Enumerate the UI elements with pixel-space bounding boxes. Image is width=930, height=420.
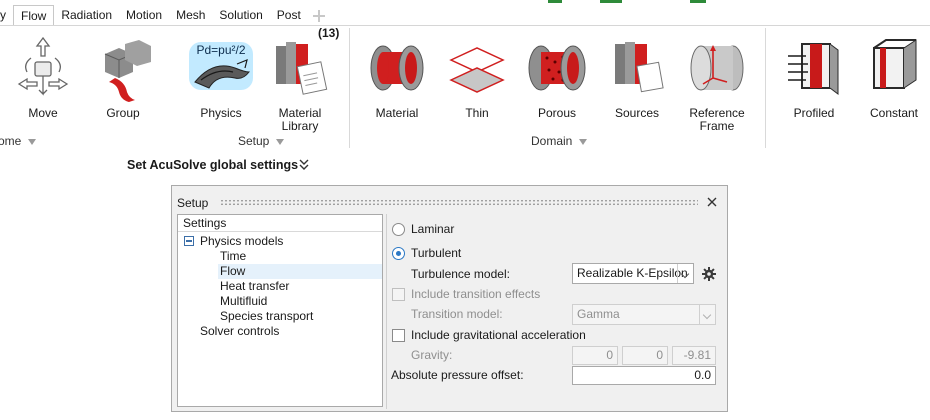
ribbon-group-home[interactable]: ome — [0, 134, 37, 148]
tree-item-multifluid[interactable]: Multifluid — [220, 294, 267, 309]
chevron-down-icon[interactable] — [677, 264, 693, 283]
reference-frame-tool-button[interactable]: Reference Frame — [679, 30, 755, 133]
chevron-down-icon — [28, 138, 37, 145]
profiled-tool-button[interactable]: Profiled — [776, 30, 852, 130]
sources-label: Sources — [614, 106, 660, 120]
material-library-icon — [276, 42, 328, 95]
menu-bar-divider — [0, 25, 930, 26]
gravity-label: Gravity: — [411, 348, 453, 362]
menu-item-solution[interactable]: Solution — [212, 5, 269, 26]
menu-item-mesh[interactable]: Mesh — [169, 5, 212, 26]
ribbon-separator — [349, 28, 350, 148]
pressure-offset-label: Absolute pressure offset: — [391, 368, 524, 382]
porous-tool-button[interactable]: Porous — [519, 30, 595, 130]
setup-panel-title: Setup — [177, 196, 209, 210]
gravitational-label: Include gravitational acceleration — [411, 328, 586, 342]
tree-item-physics-models[interactable]: Physics models — [200, 234, 283, 249]
add-tab-icon[interactable] — [312, 9, 326, 23]
ribbon-group-home-label: ome — [0, 134, 22, 148]
ribbon-separator — [765, 28, 766, 148]
physics-icon: Pd=pu²/2 — [189, 42, 253, 90]
gravity-y-field[interactable]: 0 — [622, 346, 668, 365]
close-icon[interactable] — [705, 195, 719, 209]
laminar-radio[interactable] — [392, 223, 405, 236]
drag-handle[interactable] — [220, 199, 698, 206]
tree-item-solver-controls[interactable]: Solver controls — [200, 324, 279, 339]
profiled-label: Profiled — [793, 106, 835, 120]
physics-tool-button[interactable]: Pd=pu²/2 Physics — [183, 30, 259, 130]
menu-item-post[interactable]: Post — [270, 5, 308, 26]
transition-effects-checkbox[interactable] — [392, 288, 405, 301]
turbulence-model-value: Realizable K-Epsilon — [577, 266, 688, 280]
menu-bar: y Flow Radiation Motion Mesh Solution Po… — [0, 5, 930, 26]
move-tool-button[interactable]: Move — [5, 30, 81, 130]
material-library-label: Material Library — [278, 106, 322, 133]
menu-item-motion[interactable]: Motion — [119, 5, 169, 26]
panel-splitter[interactable] — [386, 214, 387, 409]
double-chevron-down-icon[interactable] — [298, 158, 310, 172]
menu-item-radiation[interactable]: Radiation — [54, 5, 119, 26]
turbulence-model-select[interactable]: Realizable K-Epsilon — [572, 263, 694, 284]
collapse-icon[interactable] — [184, 236, 194, 246]
setup-panel: Setup Settings Physics models Time Flow … — [171, 185, 728, 412]
pressure-offset-field[interactable]: 0.0 — [572, 366, 716, 385]
material-library-tool-button[interactable]: (13) Material Library — [262, 26, 339, 133]
porous-label: Porous — [537, 106, 577, 120]
tree-item-heat-transfer[interactable]: Heat transfer — [220, 279, 289, 294]
menu-item-flow[interactable]: Flow — [13, 5, 55, 26]
sources-icon — [615, 42, 664, 93]
gear-icon[interactable] — [702, 267, 716, 281]
chevron-down-icon — [579, 138, 588, 145]
thin-icon — [449, 47, 505, 93]
transition-model-label: Transition model: — [411, 307, 503, 321]
group-icon — [104, 40, 151, 102]
move-icon — [17, 36, 69, 96]
physics-label: Physics — [200, 106, 242, 120]
turbulent-label: Turbulent — [411, 246, 462, 260]
thin-tool-button[interactable]: Thin — [439, 30, 515, 130]
global-settings-title: Set AcuSolve global settings — [127, 158, 299, 172]
reference-frame-label: Reference Frame — [689, 106, 745, 133]
chevron-down-icon — [276, 138, 285, 145]
chevron-down-icon[interactable] — [699, 305, 715, 324]
profiled-icon — [788, 43, 839, 95]
ribbon-group-setup-label: Setup — [238, 134, 270, 148]
transition-effects-label: Include transition effects — [411, 287, 541, 301]
ribbon-group-setup[interactable]: Setup — [238, 134, 285, 148]
constant-tool-button[interactable]: Constant — [856, 30, 930, 130]
reference-frame-icon — [690, 45, 744, 91]
thin-label: Thin — [465, 106, 489, 120]
porous-icon — [528, 45, 586, 91]
gravity-x-field[interactable]: 0 — [572, 346, 618, 365]
ribbon-group-domain[interactable]: Domain — [531, 134, 588, 148]
group-tool-button[interactable]: Group — [85, 30, 161, 130]
move-label: Move — [28, 106, 58, 120]
settings-tree-header: Settings — [178, 215, 382, 232]
material-icon — [370, 45, 424, 91]
menu-item-truncated[interactable]: y — [0, 5, 13, 26]
gravity-z-field[interactable]: -9.81 — [672, 346, 716, 365]
constant-icon — [873, 39, 917, 89]
ribbon-group-domain-label: Domain — [531, 134, 573, 148]
tree-item-flow[interactable]: Flow — [218, 264, 382, 279]
turbulent-radio[interactable] — [392, 247, 405, 260]
settings-tree: Settings Physics models Time Flow Heat t… — [177, 214, 383, 407]
transition-model-select[interactable]: Gamma — [572, 304, 716, 325]
material-library-badge: (13) — [318, 26, 340, 40]
transition-model-value: Gamma — [577, 307, 620, 321]
group-label: Group — [106, 106, 140, 120]
material-label: Material — [375, 106, 419, 120]
tree-item-species-transport[interactable]: Species transport — [220, 309, 313, 324]
constant-label: Constant — [869, 106, 919, 120]
tree-item-time[interactable]: Time — [220, 249, 246, 264]
laminar-label: Laminar — [411, 222, 455, 236]
physics-formula: Pd=pu²/2 — [196, 43, 245, 57]
turbulence-model-label: Turbulence model: — [411, 267, 510, 281]
material-tool-button[interactable]: Material — [359, 30, 435, 130]
sources-tool-button[interactable]: Sources — [599, 30, 675, 130]
gravitational-checkbox[interactable] — [392, 329, 405, 342]
